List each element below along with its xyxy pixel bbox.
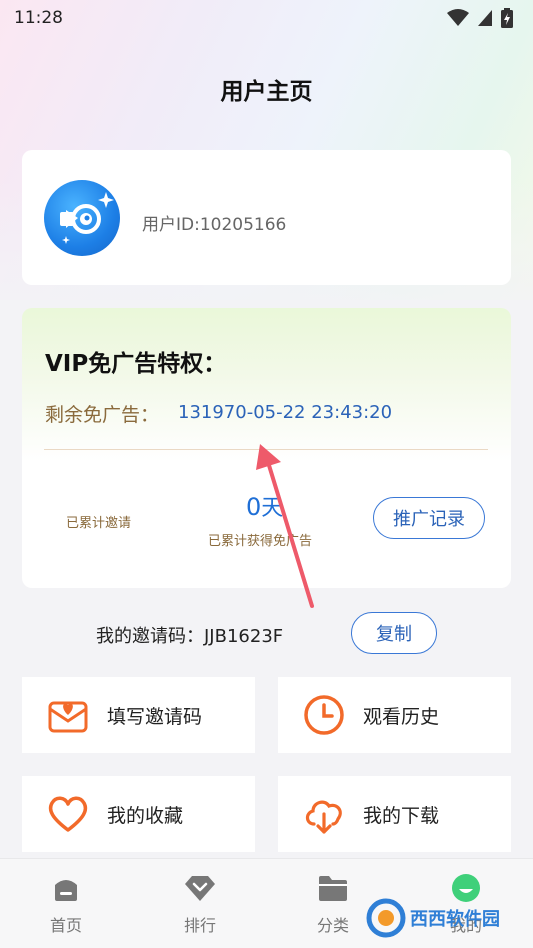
nav-label: 排行 — [183, 916, 216, 935]
copy-button[interactable]: 复制 — [351, 612, 437, 654]
heart-icon — [46, 792, 90, 836]
mail-heart-icon — [46, 693, 90, 737]
earned-unit: 天 — [261, 496, 284, 521]
earned-label: 已累计获得免广告 — [208, 534, 313, 549]
nav-label: 分类 — [316, 916, 349, 935]
folder-icon — [319, 876, 347, 901]
battery-charging-icon — [501, 8, 513, 28]
user-id: 用户ID:10205166 — [142, 215, 287, 235]
tile-my-downloads[interactable]: 我的下载 — [278, 776, 511, 852]
avatar[interactable] — [44, 180, 120, 256]
rank-icon — [185, 876, 215, 901]
tile-watch-history[interactable]: 观看历史 — [278, 677, 511, 753]
vip-title: VIP免广告特权： — [45, 351, 227, 377]
clock-icon — [302, 693, 346, 737]
watermark-logo-icon — [366, 898, 406, 938]
tile-label: 观看历史 — [363, 705, 440, 728]
remaining-value: 131970-05-22 23:43:20 — [178, 402, 393, 423]
promo-records-button[interactable]: 推广记录 — [373, 497, 485, 539]
nav-label: 首页 — [49, 916, 82, 935]
tile-my-favorites[interactable]: 我的收藏 — [22, 776, 255, 852]
wifi-icon — [447, 9, 469, 26]
earned-value: 0 — [246, 493, 262, 521]
page-title: 用户主页 — [220, 79, 313, 105]
nav-category[interactable]: 分类 — [293, 873, 373, 936]
cellular-icon — [478, 10, 492, 26]
invited-label: 已累计邀请 — [66, 516, 132, 531]
home-icon — [55, 880, 77, 901]
status-time: 11:28 — [14, 8, 63, 28]
tile-label: 我的收藏 — [107, 804, 184, 827]
cloud-download-icon — [302, 792, 346, 836]
watermark-text: 西西软件园 — [410, 909, 500, 930]
earned-days: 0天 — [246, 490, 283, 522]
tile-label: 我的下载 — [363, 804, 440, 827]
nav-rank[interactable]: 排行 — [160, 873, 240, 936]
status-bar: 11:28 — [0, 0, 533, 36]
nav-home[interactable]: 首页 — [26, 873, 106, 936]
tile-label: 填写邀请码 — [107, 705, 203, 728]
user-card[interactable]: 用户ID:10205166 — [22, 150, 511, 285]
watermark: 西西软件园 — [366, 896, 524, 940]
status-icons — [447, 8, 513, 28]
vip-card: VIP免广告特权： 剩余免广告： 131970-05-22 23:43:20 已… — [22, 308, 511, 588]
invite-code-text: 我的邀请码：JJB1623F — [96, 626, 284, 647]
divider — [44, 449, 488, 450]
tile-enter-invite-code[interactable]: 填写邀请码 — [22, 677, 255, 753]
app-logo-icon — [60, 192, 114, 244]
remaining-label: 剩余免广告： — [45, 404, 160, 426]
